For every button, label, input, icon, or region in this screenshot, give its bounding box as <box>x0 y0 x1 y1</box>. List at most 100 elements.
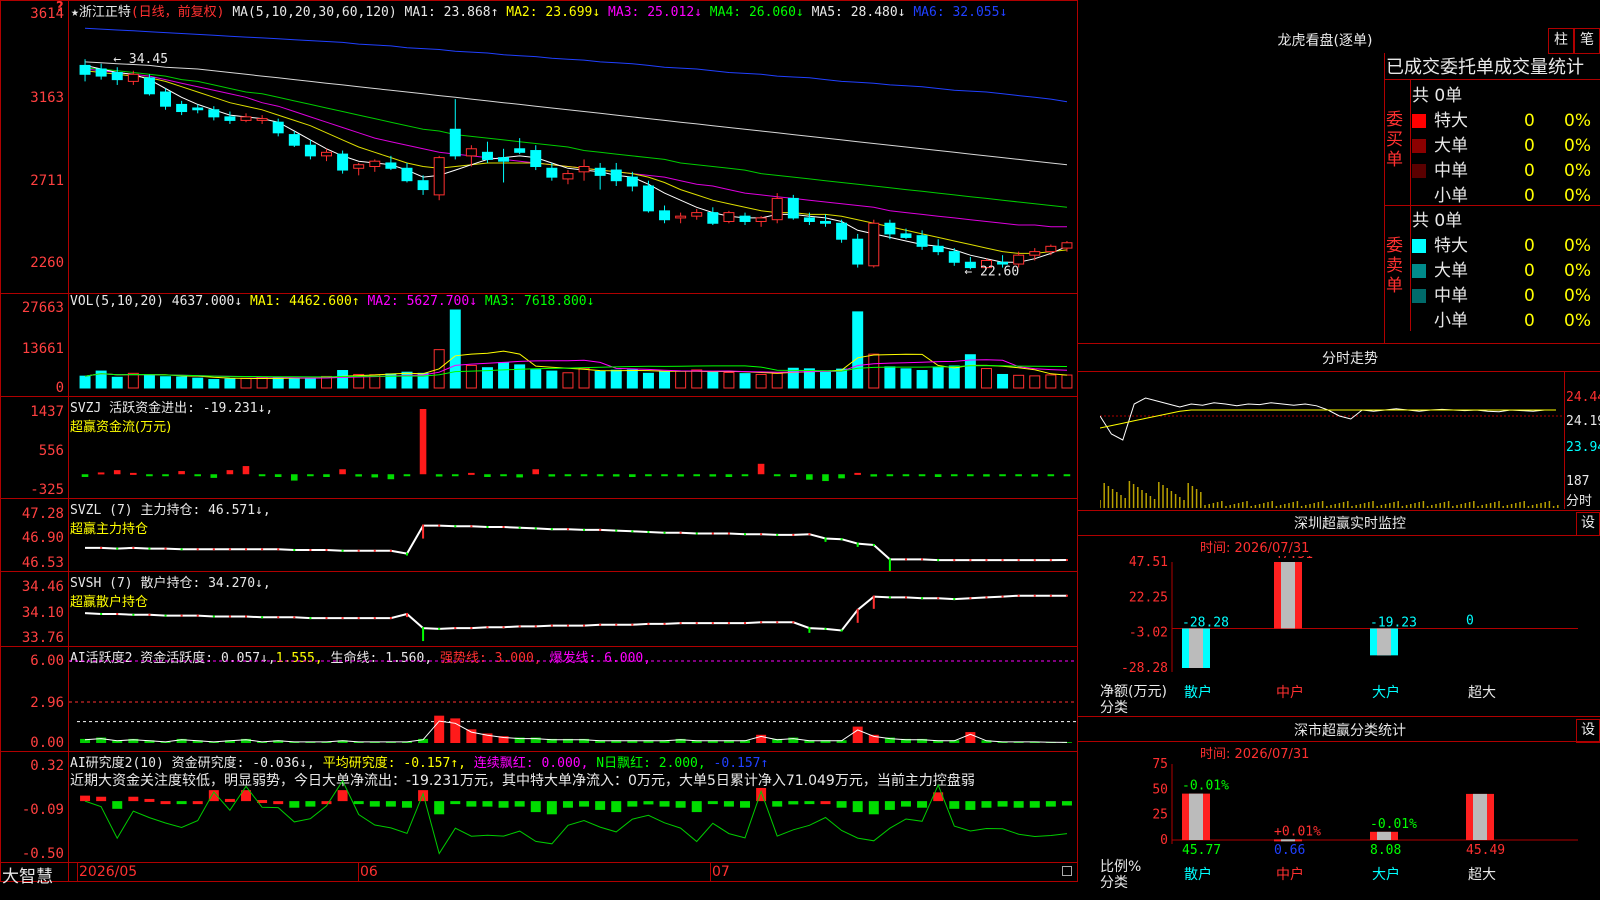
activity-line <box>84 720 1068 743</box>
retail-position-line-tick <box>405 612 408 618</box>
candle-body <box>95 68 107 77</box>
retail-position-line-tick <box>180 614 183 617</box>
category-label: 大户 <box>1372 866 1400 883</box>
research-bar <box>273 801 284 805</box>
candle-body <box>321 151 332 157</box>
research-bar <box>1029 801 1040 808</box>
retail-position-line-tick <box>1065 594 1068 597</box>
brand-logo[interactable]: 大智慧 <box>2 862 53 887</box>
candle-body <box>256 118 268 121</box>
sz-monitor-time: 时间: 2026/07/31 <box>1200 541 1310 556</box>
retail-position-line-tick <box>212 615 215 618</box>
volume-stats-tabs[interactable]: 已成交委托单成交量统计 <box>1386 53 1600 79</box>
retail-position-chart[interactable] <box>69 572 1077 646</box>
stats-footer: 分类 <box>1100 875 1128 891</box>
research-bar <box>579 801 590 807</box>
main-position-line-tick <box>518 526 521 529</box>
research-bar <box>418 790 429 802</box>
candle-body <box>884 222 896 235</box>
svzj-axis-label: 556 <box>38 443 64 459</box>
buy-total: 共 0单 <box>1412 86 1463 106</box>
ai-activity-chart[interactable] <box>69 647 1077 751</box>
order-count: 0 <box>1524 111 1535 131</box>
candle-body <box>176 103 188 113</box>
calculator-icon[interactable] <box>1062 866 1072 876</box>
main-position-line-tick <box>631 530 634 533</box>
bar-axis-label: -28.28 <box>1121 661 1168 676</box>
candle-body <box>433 157 445 196</box>
main-position-line-tick <box>599 528 602 531</box>
candle-body <box>932 245 944 253</box>
volume-chart[interactable] <box>69 294 1077 396</box>
intraday-vol-axis: 187 <box>1566 474 1590 489</box>
retail-position-line-tick <box>518 625 521 628</box>
retail-position-line-tick <box>502 626 505 629</box>
main-position-line-tick <box>1033 559 1036 562</box>
order-row: 中单 0 0% <box>1412 281 1591 306</box>
main-position-line-tick <box>856 542 859 547</box>
vol-axis-label: 0 <box>55 380 64 396</box>
fund-flow-bar <box>130 472 137 475</box>
svzl-axis-label: 47.28 <box>21 506 64 522</box>
fund-flow-bar <box>435 474 443 477</box>
research-bar <box>369 801 380 807</box>
bar-mode-button[interactable]: 柱 <box>1548 28 1574 54</box>
main-position-line-tick <box>405 552 408 556</box>
volume-bar <box>127 372 139 389</box>
retail-position-line-tick <box>277 616 280 619</box>
ma-line-ma5 <box>84 61 1068 166</box>
retail-position-line-tick <box>599 623 602 626</box>
main-position-line-tick <box>550 528 553 531</box>
sz-stats-chart[interactable]: 75 50 25 0 -0.01% 45.77 +0.01% 0.66 -0.01% 8.08 45… <box>1078 756 1600 900</box>
main-position-chart[interactable] <box>69 499 1077 571</box>
fund-flow-chart[interactable] <box>69 397 1077 498</box>
fund-flow-bar <box>629 474 636 477</box>
main-position-line-tick <box>904 558 907 561</box>
research-bar <box>836 801 847 808</box>
volume-bar <box>610 369 622 389</box>
retail-position-line-tick <box>969 597 972 600</box>
bar-bottom-label: 45.49 <box>1466 843 1505 858</box>
main-position-line-tick <box>470 525 473 528</box>
order-pct: 0% <box>1564 111 1591 131</box>
intraday-chart[interactable] <box>1100 372 1564 510</box>
main-position-line-tick <box>872 544 875 546</box>
volume-bar <box>143 374 155 389</box>
main-position-line-tick <box>663 531 666 534</box>
volume-bar <box>111 376 123 389</box>
pen-mode-button[interactable]: 笔 <box>1574 28 1600 54</box>
research-bar <box>627 801 638 807</box>
order-pct: 0% <box>1564 136 1591 156</box>
bar-value-label: 47.51 <box>1274 556 1313 562</box>
date-tick <box>77 862 78 882</box>
research-bar <box>595 801 606 810</box>
settings-button[interactable]: 设 <box>1576 512 1600 536</box>
candle-body <box>916 235 928 247</box>
fund-flow-bar <box>97 472 105 475</box>
retail-position-line-tick <box>325 617 328 620</box>
fund-flow-bar <box>290 474 298 481</box>
volume-bar <box>498 362 510 389</box>
order-pct: 0% <box>1564 236 1591 256</box>
main-position-line-tick <box>422 524 425 539</box>
volume-bar <box>272 377 284 389</box>
candle-body <box>417 180 429 191</box>
research-bar <box>868 801 879 815</box>
ai-research-chart[interactable] <box>69 752 1077 862</box>
bar-bottom-label: 45.77 <box>1182 843 1221 858</box>
order-row: 小单 0 0% <box>1412 306 1591 331</box>
volume-bar <box>659 371 671 389</box>
ai-active-axis-label: 2.96 <box>30 695 64 711</box>
candlestick-chart[interactable]: ← 34.45 ← 22.60 <box>69 0 1077 293</box>
legend-swatch <box>1412 139 1426 153</box>
ma-line-ma3 <box>84 68 1067 228</box>
retail-position-line-tick <box>470 627 473 630</box>
settings-button[interactable]: 设 <box>1576 719 1600 743</box>
sz-monitor-border <box>1078 535 1600 536</box>
candle-body <box>739 215 751 222</box>
volume-bar <box>707 371 719 389</box>
bar-axis-label: 75 <box>1152 757 1168 772</box>
candle-body <box>304 144 316 157</box>
main-position-line-tick <box>937 559 940 562</box>
retail-position-line-tick <box>389 617 392 620</box>
